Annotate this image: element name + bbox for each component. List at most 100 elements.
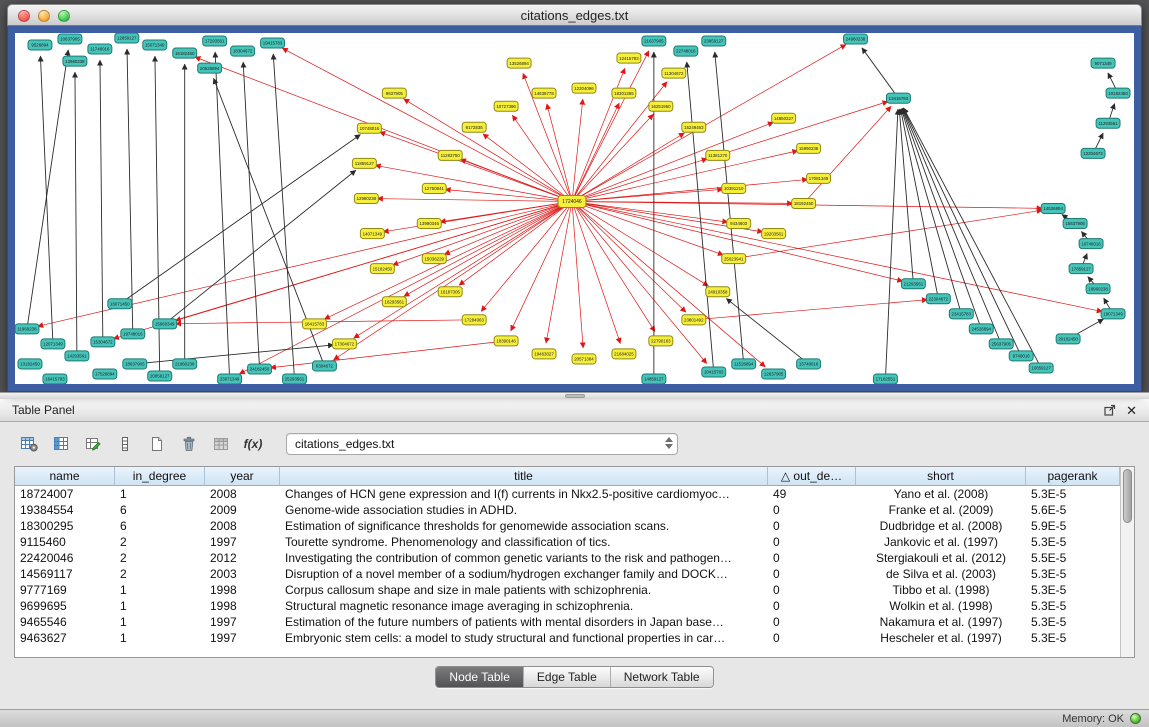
citation-edge[interactable] xyxy=(715,52,744,364)
table-row[interactable]: 1456911722003Disruption of a novel membe… xyxy=(15,566,1134,582)
graph-node[interactable]: 13748016 xyxy=(797,359,821,369)
graph-node[interactable]: 16071450 xyxy=(108,299,132,309)
graph-node[interactable]: 16748016 xyxy=(1079,239,1103,249)
graph-node[interactable]: 18192450 xyxy=(792,198,816,208)
graph-node[interactable]: 10637905 xyxy=(58,34,82,44)
graph-node[interactable]: 10748016 xyxy=(357,123,381,133)
graph-node[interactable]: 10415783 xyxy=(702,367,726,377)
show-columns-button[interactable] xyxy=(48,432,74,456)
splitter-grip[interactable] xyxy=(565,394,585,398)
graph-node[interactable]: 21637905 xyxy=(642,36,666,46)
citation-edge-red[interactable] xyxy=(383,201,572,231)
citation-edge-red[interactable] xyxy=(572,44,846,201)
graph-node[interactable]: 17284063 xyxy=(462,315,486,325)
citation-edge-red[interactable] xyxy=(404,201,572,296)
table-row[interactable]: 969969511998Structural magnetic resonanc… xyxy=(15,598,1134,614)
graph-node[interactable]: 19071349 xyxy=(1101,309,1125,319)
graph-node[interactable]: 24910358 xyxy=(706,287,730,297)
graph-node[interactable]: 15960238 xyxy=(797,143,821,153)
graph-node[interactable]: 19463027 xyxy=(532,349,556,359)
graph-node[interactable]: 17081349 xyxy=(807,173,831,183)
graph-node[interactable]: 20182450 xyxy=(1056,334,1080,344)
citation-edge[interactable] xyxy=(40,56,52,344)
graph-node[interactable]: 22304672 xyxy=(926,294,950,304)
graph-node[interactable]: 23801492 xyxy=(682,315,706,325)
panel-splitter[interactable] xyxy=(0,392,1149,399)
window-close-button[interactable] xyxy=(18,10,30,22)
graph-node[interactable]: 17293561 xyxy=(203,36,227,46)
citation-edge[interactable] xyxy=(726,299,808,364)
graph-node[interactable]: 19203561 xyxy=(762,229,786,239)
graph-node[interactable]: 11304672 xyxy=(662,68,686,78)
citation-edge-red[interactable] xyxy=(459,201,572,285)
graph-node[interactable]: 14293561 xyxy=(65,351,89,361)
create-column-button[interactable] xyxy=(80,432,106,456)
column-header-pagerank[interactable]: pagerank xyxy=(1026,467,1120,486)
citation-edge-red[interactable] xyxy=(334,201,572,359)
graph-node[interactable]: 16182450 xyxy=(173,48,197,58)
graph-node[interactable]: 14850327 xyxy=(772,113,796,123)
graph-node[interactable]: 10859127 xyxy=(1029,363,1053,373)
citation-edge-red[interactable] xyxy=(572,201,620,343)
column-header-in_degree[interactable]: in_degree xyxy=(115,467,205,486)
citation-edge[interactable] xyxy=(75,72,77,356)
citation-edge-red[interactable] xyxy=(239,201,572,373)
citation-edge-red[interactable] xyxy=(572,133,684,201)
graph-node[interactable]: 25023941 xyxy=(722,254,746,264)
citation-edge-red[interactable] xyxy=(694,300,928,320)
graph-node[interactable]: 11960238 xyxy=(15,324,39,334)
table-selector-dropdown[interactable]: citations_edges.txt xyxy=(286,433,678,455)
delete-table-button[interactable] xyxy=(208,432,234,456)
citation-edge[interactable] xyxy=(120,135,361,304)
graph-node[interactable]: 24182450 xyxy=(248,364,272,374)
citation-edge[interactable] xyxy=(165,170,356,324)
graph-node[interactable]: 25637905 xyxy=(989,339,1013,349)
citation-edge[interactable] xyxy=(135,345,334,364)
column-header-name[interactable]: name xyxy=(15,467,115,486)
graph-node[interactable]: 17182551 xyxy=(873,374,897,384)
graph-node[interactable]: 18637905 xyxy=(123,359,147,369)
graph-node[interactable]: 11381270 xyxy=(706,150,730,160)
graph-node[interactable]: 20859127 xyxy=(148,371,172,381)
graph-node[interactable]: 21293561 xyxy=(901,279,925,289)
citation-edge-red[interactable] xyxy=(512,115,572,201)
graph-node[interactable]: 23071349 xyxy=(218,374,242,384)
graph-node[interactable]: 9071349 xyxy=(1091,58,1115,68)
column-header-title[interactable]: title xyxy=(280,467,768,486)
graph-node[interactable]: 14859127 xyxy=(642,374,666,384)
graph-node[interactable]: 13960238 xyxy=(63,56,87,66)
citation-edge-red[interactable] xyxy=(270,341,506,368)
graph-node[interactable]: 15304672 xyxy=(91,337,115,347)
graph-node[interactable]: 20571384 xyxy=(572,354,596,364)
window-titlebar[interactable]: citations_edges.txt xyxy=(7,4,1142,26)
graph-node[interactable]: 15960349 xyxy=(153,319,177,329)
tab-edge-table[interactable]: Edge Table xyxy=(523,667,610,687)
citation-edge[interactable] xyxy=(899,109,913,284)
citation-edge-red[interactable] xyxy=(572,201,728,222)
graph-node[interactable]: 21684025 xyxy=(612,349,636,359)
graph-node[interactable]: 9637905 xyxy=(382,88,406,98)
graph-node[interactable]: 13990346 xyxy=(417,219,441,229)
citation-edge[interactable] xyxy=(27,50,68,329)
graph-node[interactable]: 14071349 xyxy=(360,229,384,239)
graph-node[interactable]: 9434603 xyxy=(727,219,751,229)
citation-edge-red[interactable] xyxy=(282,48,572,201)
citation-edge-red[interactable] xyxy=(483,134,572,202)
citation-edge-red[interactable] xyxy=(572,99,583,201)
table-row[interactable]: 911546021997Tourette syndrome. Phenomeno… xyxy=(15,534,1134,550)
citation-edge-red[interactable] xyxy=(444,201,572,254)
table-row[interactable]: 2242004622012Investigating the contribut… xyxy=(15,550,1134,566)
citation-edge-red[interactable] xyxy=(393,201,572,265)
citation-edge[interactable] xyxy=(885,109,897,379)
citation-edge-red[interactable] xyxy=(195,57,572,201)
graph-node[interactable]: 22748016 xyxy=(674,46,698,56)
citation-edge-red[interactable] xyxy=(175,201,572,320)
graph-node[interactable]: 16187305 xyxy=(438,287,462,297)
graph-node[interactable]: 24960238 xyxy=(844,34,868,44)
citation-edge-red[interactable] xyxy=(572,201,1102,311)
graph-node[interactable]: 24526894 xyxy=(969,324,993,334)
graph-node[interactable]: 9304672 xyxy=(312,361,336,371)
graph-node[interactable]: 10391210 xyxy=(722,183,746,193)
graph-node[interactable]: 9526894 xyxy=(28,40,52,50)
table-row[interactable]: 977716911998Corpus callosum shape and si… xyxy=(15,582,1134,598)
